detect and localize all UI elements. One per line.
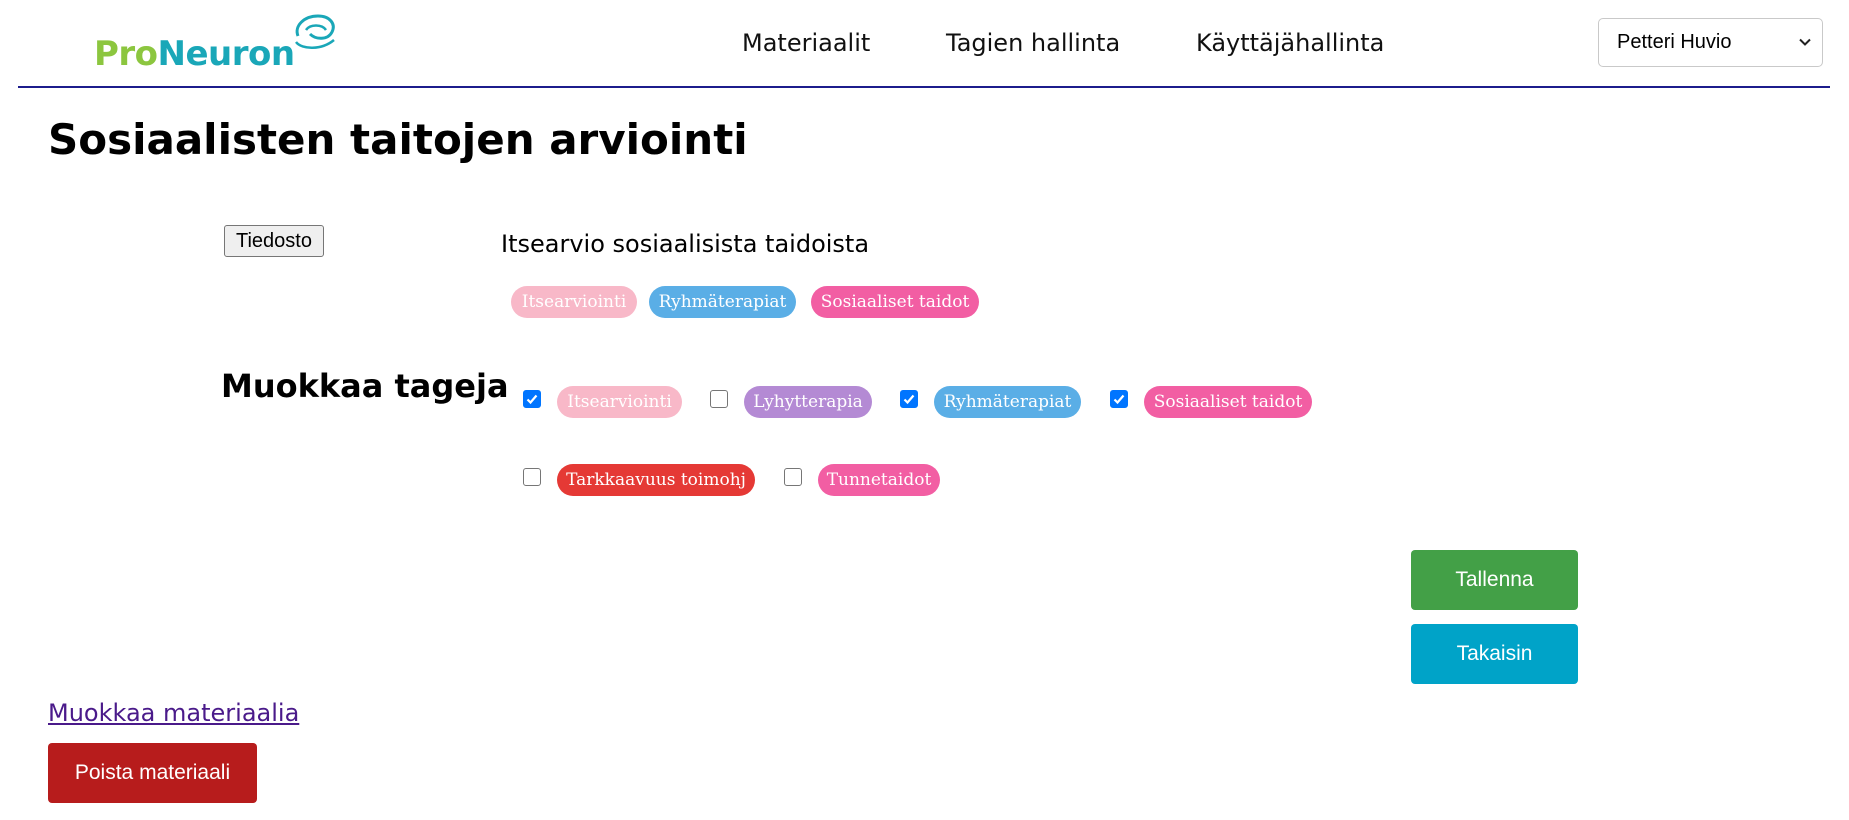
checkmark-icon [903,394,915,405]
proneuron-logo[interactable]: ProNeuron [94,12,354,74]
logo-text: ProNeuron [94,34,295,74]
checkmark-icon [526,394,538,405]
logo-text-pro: Pro [94,34,158,74]
current-tag-sosiaaliset-taidot: Sosiaaliset taidot [811,286,979,318]
tag-itsearviointi: Itsearviointi [557,386,682,418]
checkbox-sosiaaliset-taidot[interactable] [1110,390,1128,408]
checkmark-icon [1113,394,1125,405]
checkbox-tarkkaavuus-toimohj[interactable] [523,468,541,486]
tag-lyhytterapia: Lyhytterapia [744,386,872,418]
current-tag-ryhmaterapiat: Ryhmäterapiat [649,286,796,318]
save-button[interactable]: Tallenna [1411,550,1578,610]
user-select-value: Petteri Huvio [1617,31,1732,53]
chevron-down-icon [1799,38,1811,46]
checkbox-ryhmaterapiat[interactable] [900,390,918,408]
nav-materials[interactable]: Materiaalit [742,27,870,59]
tag-tunnetaidot: Tunnetaidot [818,464,940,496]
edit-tags-title: Muokkaa tageja [221,367,509,405]
material-name: Itsearvio sosiaalisista taidoista [501,230,870,258]
nav-user-management[interactable]: Käyttäjähallinta [1196,27,1384,59]
file-button[interactable]: Tiedosto [224,225,324,257]
nav-tag-management[interactable]: Tagien hallinta [946,27,1120,59]
back-button[interactable]: Takaisin [1411,624,1578,684]
tag-sosiaaliset-taidot: Sosiaaliset taidot [1144,386,1312,418]
delete-material-button[interactable]: Poista materiaali [48,743,257,803]
logo-text-neuron: Neuron [157,34,296,74]
page-title: Sosiaalisten taitojen arviointi [48,115,748,164]
logo-swirl-icon [295,14,335,49]
checkbox-itsearviointi[interactable] [523,390,541,408]
tag-ryhmaterapiat: Ryhmäterapiat [934,386,1081,418]
tag-tarkkaavuus-toimohj: Tarkkaavuus toimohj [557,464,755,496]
checkbox-tunnetaidot[interactable] [784,468,802,486]
header-divider [18,86,1830,88]
user-select[interactable]: Petteri Huvio [1598,18,1823,67]
checkbox-lyhytterapia[interactable] [710,390,728,408]
page: ProNeuron Materiaalit Tagien hallinta Kä… [0,0,1849,820]
current-tag-itsearviointi: Itsearviointi [511,286,637,318]
edit-material-link[interactable]: Muokkaa materiaalia [48,697,299,729]
